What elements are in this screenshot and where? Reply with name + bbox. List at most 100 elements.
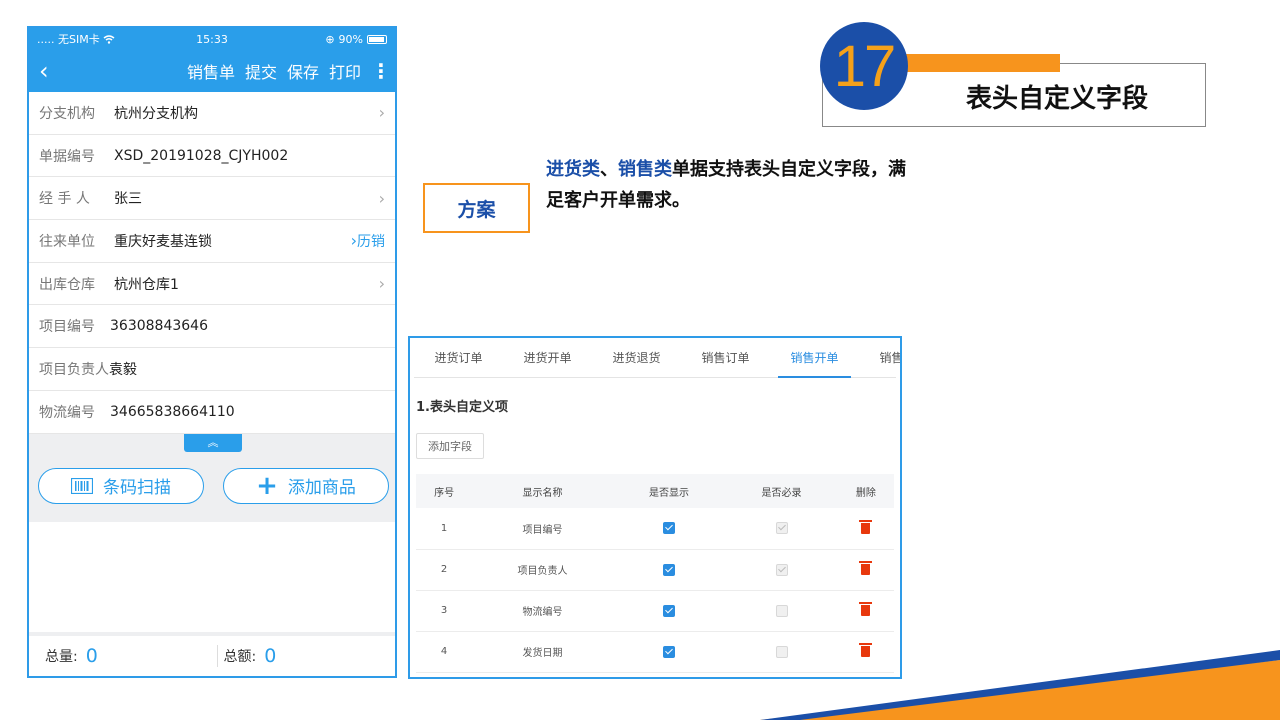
table-row: 1 项目编号	[416, 508, 894, 549]
more-vertical-icon[interactable]: ⋮	[371, 59, 391, 83]
desc-separator: 、	[600, 159, 618, 180]
tab-sales-bill[interactable]: 销售开单	[770, 338, 859, 378]
field-logistics-number[interactable]: 物流编号 34665838664110	[29, 391, 395, 434]
row-index: 4	[440, 646, 448, 657]
field-project-number[interactable]: 项目编号 36308843646	[29, 305, 395, 349]
col-header-display-name: 显示名称	[522, 487, 563, 499]
row-index: 3	[440, 605, 448, 616]
status-time: 15:33	[196, 32, 228, 46]
field-value: 杭州分支机构	[114, 105, 198, 122]
field-label: 物流编号	[39, 404, 95, 421]
status-bar: ..... 无SIM卡 15:33 ⊕ 90%	[29, 28, 395, 50]
tab-purchase-bill[interactable]: 进货开单	[503, 338, 592, 377]
field-project-owner[interactable]: 项目负责人 袁毅	[29, 348, 395, 391]
show-checkbox[interactable]	[663, 563, 676, 576]
row-display-name: 发货日期	[522, 648, 563, 659]
field-value: 34665838664110	[110, 403, 235, 420]
required-checkbox	[775, 645, 788, 658]
battery-icon	[367, 34, 387, 44]
collapse-up-icon[interactable]: ︽	[184, 433, 242, 452]
battery-percent: 90%	[338, 32, 363, 46]
solution-description: 进货类、销售类单据支持表头自定义字段，满足客户开单需求。	[546, 154, 906, 216]
nav-title-sales-order[interactable]: 销售单	[187, 59, 235, 83]
field-label: 经 手 人	[39, 191, 90, 208]
submit-button[interactable]: 提交	[245, 59, 277, 83]
show-checkbox[interactable]	[663, 604, 676, 617]
orientation-lock-icon: ⊕	[325, 32, 335, 46]
field-value: 袁毅	[109, 361, 137, 378]
field-label: 出库仓库	[39, 276, 95, 293]
bill-type-tabs: 进货订单 进货开单 进货退货 销售订单 销售开单 销售退货	[414, 338, 900, 378]
chevron-right-icon: ›	[378, 103, 385, 123]
field-value: 杭州仓库1	[114, 276, 179, 293]
table-header-row: 序号 显示名称 是否显示 是否必录 删除	[416, 474, 894, 508]
sales-history-link[interactable]: 历销	[357, 231, 385, 251]
trash-icon[interactable]	[859, 642, 873, 657]
barcode-scan-button[interactable]: 条码扫描	[38, 467, 204, 504]
table-row: 2 项目负责人	[416, 549, 894, 590]
add-product-label: 添加商品	[287, 478, 356, 498]
col-header-required: 是否必录	[761, 487, 802, 499]
required-checkbox	[775, 522, 788, 535]
tab-sales-return[interactable]: 销售退货	[859, 338, 900, 377]
col-header-delete: 删除	[855, 487, 876, 499]
tab-purchase-return[interactable]: 进货退货	[592, 338, 681, 377]
field-customer[interactable]: 往来单位 重庆好麦基连锁 › 历销	[29, 220, 395, 263]
field-label: 项目编号	[39, 319, 95, 336]
show-checkbox[interactable]	[663, 645, 676, 658]
chevron-right-icon: ›	[378, 274, 385, 294]
field-branch[interactable]: 分支机构 杭州分支机构 ›	[29, 92, 395, 135]
wifi-icon	[103, 34, 115, 44]
add-field-button[interactable]: 添加字段	[416, 433, 484, 459]
field-label: 单据编号	[39, 148, 95, 165]
field-warehouse[interactable]: 出库仓库 杭州仓库1 ›	[29, 263, 395, 306]
field-value: 36308843646	[110, 318, 208, 335]
total-amount: 总额: 0	[216, 645, 396, 667]
trash-icon[interactable]	[859, 601, 873, 616]
add-product-button[interactable]: + 添加商品	[223, 467, 389, 504]
web-admin-screenshot: 进货订单 进货开单 进货退货 销售订单 销售开单 销售退货 1.表头自定义项 添…	[408, 336, 902, 679]
required-checkbox	[775, 563, 788, 576]
plus-icon: +	[256, 470, 278, 501]
slide-title: 表头自定义字段	[966, 84, 1149, 114]
row-index: 1	[440, 522, 448, 534]
total-amount-label: 总额:	[223, 649, 257, 665]
table-row: 3 物流编号	[416, 590, 894, 631]
back-chevron-icon[interactable]: ‹	[39, 59, 59, 83]
trash-icon[interactable]	[859, 519, 873, 534]
section-title: 1.表头自定义项	[416, 400, 508, 415]
field-handler[interactable]: 经 手 人 张三 ›	[29, 177, 395, 221]
action-panel: ︽ 条码扫描 + 添加商品	[29, 433, 395, 522]
totals-bar: 总量: 0 总额: 0	[29, 632, 395, 676]
field-value: XSD_20191028_CJYH002	[114, 147, 289, 164]
field-value: 重庆好麦基连锁	[114, 233, 212, 250]
plan-label-box: 方案	[423, 183, 530, 233]
field-label: 分支机构	[39, 105, 95, 122]
field-label: 项目负责人	[39, 361, 109, 378]
plan-label: 方案	[457, 198, 496, 221]
custom-fields-table: 序号 显示名称 是否显示 是否必录 删除 1 项目编号 2 项目负责人 3 物流…	[416, 474, 894, 673]
save-button[interactable]: 保存	[287, 59, 319, 83]
barcode-icon	[71, 477, 93, 494]
tab-purchase-order[interactable]: 进货订单	[414, 338, 503, 377]
show-checkbox[interactable]	[663, 522, 676, 535]
col-header-show: 是否显示	[649, 487, 690, 499]
tab-sales-order[interactable]: 销售订单	[681, 338, 770, 377]
desc-highlight-purchase: 进货类	[546, 159, 600, 180]
total-quantity-label: 总量:	[45, 649, 78, 665]
total-amount-value: 0	[264, 645, 277, 667]
trash-icon[interactable]	[859, 560, 873, 575]
required-checkbox	[775, 604, 788, 617]
print-button[interactable]: 打印	[329, 59, 361, 83]
total-quantity: 总量: 0	[29, 645, 217, 667]
desc-highlight-sales: 销售类	[618, 159, 672, 180]
field-value: 张三	[114, 191, 142, 208]
slide-number-badge: 17	[820, 22, 908, 110]
total-quantity-value: 0	[85, 645, 98, 667]
row-index: 2	[440, 564, 448, 575]
mobile-app-screenshot: ..... 无SIM卡 15:33 ⊕ 90% ‹ 销售单 提交 保存 打印 ⋮…	[27, 26, 397, 678]
carrier-text: ..... 无SIM卡	[37, 33, 100, 46]
field-label: 往来单位	[39, 233, 95, 250]
chevron-right-icon: ›	[378, 188, 385, 208]
row-display-name: 物流编号	[522, 607, 563, 618]
